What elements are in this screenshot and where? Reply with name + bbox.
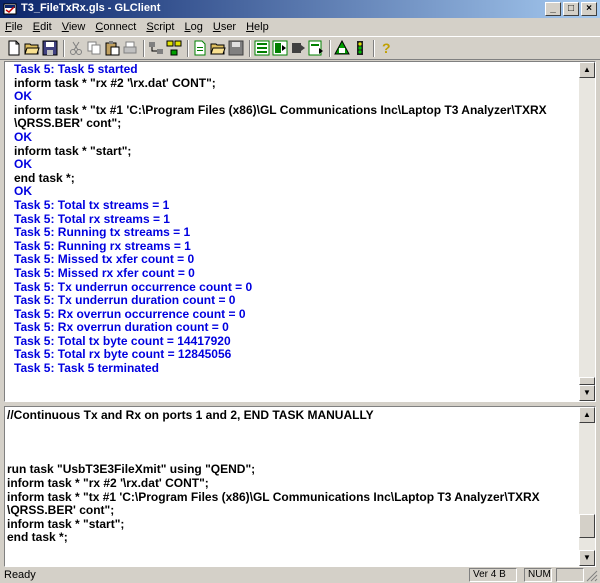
output-line: OK [14,129,32,144]
output-line: Task 5: Tx underrun duration count = 0 [14,293,236,308]
output-line: end task *; [14,170,75,185]
pause-icon[interactable] [308,40,324,56]
output-line: Task 5: Missed rx xfer count = 0 [14,265,195,280]
open-folder-icon[interactable] [24,40,40,56]
script-line[interactable] [7,436,577,450]
script-line[interactable]: inform task * "rx #2 '\rx.dat' CONT"; [7,476,577,491]
script-scrollbar[interactable]: ▲ ▼ [579,407,595,566]
scroll-down-button[interactable]: ▼ [579,550,595,566]
menu-user[interactable]: User [208,18,241,36]
output-line: Task 5: Task 5 started [14,62,138,76]
script-line[interactable]: run task "UsbT3E3FileXmit" using "QEND"; [7,463,577,477]
output-line: Task 5: Total tx byte count = 14417920 [14,333,231,348]
toolbar-separator [143,40,145,57]
users-icon[interactable] [334,40,350,56]
output-line: Task 5: Total tx streams = 1 [14,197,170,212]
maximize-button[interactable]: □ [563,2,579,16]
status-num: NUM [524,568,552,582]
menu-script[interactable]: Script [141,18,179,36]
connect-icon[interactable] [148,40,164,56]
menu-bar: File Edit View Connect Script Log User H… [0,18,600,36]
output-line: Task 5: Tx underrun occurrence count = 0 [14,279,253,294]
status-version: Ver 4 B [469,568,517,582]
network-icon[interactable] [166,40,182,56]
menu-view[interactable]: View [57,18,91,36]
svg-text:?: ? [382,40,391,56]
resize-grip-icon[interactable] [586,570,598,582]
output-line: Task 5: Running tx streams = 1 [14,225,191,240]
help-icon[interactable]: ? [378,40,394,56]
menu-file[interactable]: File [0,18,28,36]
close-button[interactable]: × [581,2,597,16]
scroll-down-button[interactable]: ▼ [579,385,595,401]
toolbar-separator [373,40,375,57]
output-line: OK [14,89,32,104]
menu-help[interactable]: Help [241,18,274,36]
scroll-thumb[interactable] [579,377,595,385]
menu-log[interactable]: Log [179,18,207,36]
output-line: inform task * "start"; [14,143,132,158]
cut-icon[interactable] [68,40,84,56]
menu-edit[interactable]: Edit [28,18,57,36]
output-line: Task 5: Running rx streams = 1 [14,238,191,253]
toolbar-separator [63,40,65,57]
menu-connect[interactable]: Connect [90,18,141,36]
app-icon [3,3,17,15]
minimize-button[interactable]: _ [545,2,561,16]
paste-icon[interactable] [104,40,120,56]
output-line: OK [14,157,32,172]
output-line: \QRSS.BER' cont"; [14,116,122,131]
toolbar-separator [329,40,331,57]
copy-icon[interactable] [86,40,102,56]
script-text[interactable]: //Continuous Tx and Rx on ports 1 and 2,… [7,408,577,545]
status-empty [556,568,584,582]
output-scrollbar[interactable]: ▲ ▼ [579,62,595,401]
run-script-icon[interactable] [254,40,270,56]
print-icon[interactable] [122,40,138,56]
output-line: inform task * "tx #1 'C:\Program Files (… [14,102,547,117]
output-line: OK [14,184,32,199]
script-line[interactable] [7,450,577,464]
scroll-up-button[interactable]: ▲ [579,62,595,78]
output-line: inform task * "rx #2 '\rx.dat' CONT"; [14,75,216,90]
traffic-light-icon[interactable] [352,40,368,56]
new-file-icon[interactable] [6,40,22,56]
output-line: Task 5: Rx overrun duration count = 0 [14,320,229,335]
output-line: Task 5: Missed tx xfer count = 0 [14,252,195,267]
script-line[interactable] [7,423,577,437]
script-pane[interactable]: //Continuous Tx and Rx on ports 1 and 2,… [4,406,596,567]
new-script-icon[interactable] [192,40,208,56]
window-title: T3_FileTxRx.gls - GLClient [21,2,161,14]
output-pane[interactable]: Task 5: Task 5 started inform task * "rx … [4,61,596,402]
step-icon[interactable] [290,40,306,56]
output-line: Task 5: Total rx streams = 1 [14,211,170,226]
toolbar: ? [0,36,600,60]
toolbar-separator [249,40,251,57]
status-bar: Ready Ver 4 B NUM [0,567,600,583]
title-bar: T3_FileTxRx.gls - GLClient _ □ × [0,0,600,18]
status-ready: Ready [4,569,36,581]
output-line: Task 5: Task 5 terminated [14,361,159,376]
save-script-icon[interactable] [228,40,244,56]
script-line[interactable]: inform task * "tx #1 'C:\Program Files (… [7,490,577,505]
scroll-up-button[interactable]: ▲ [579,407,595,423]
scroll-thumb[interactable] [579,514,595,538]
toolbar-separator [187,40,189,57]
output-line: Task 5: Total rx byte count = 12845056 [14,347,232,362]
script-line[interactable]: inform task * "start"; [7,517,577,532]
output-text: Task 5: Task 5 started inform task * "rx … [14,62,577,376]
stop-script-icon[interactable] [272,40,288,56]
script-line[interactable]: //Continuous Tx and Rx on ports 1 and 2,… [7,408,577,423]
script-line[interactable]: end task *; [7,531,577,545]
save-icon[interactable] [42,40,58,56]
output-line: Task 5: Rx overrun occurrence count = 0 [14,306,246,321]
open-script-icon[interactable] [210,40,226,56]
script-line[interactable]: \QRSS.BER' cont"; [7,504,577,518]
